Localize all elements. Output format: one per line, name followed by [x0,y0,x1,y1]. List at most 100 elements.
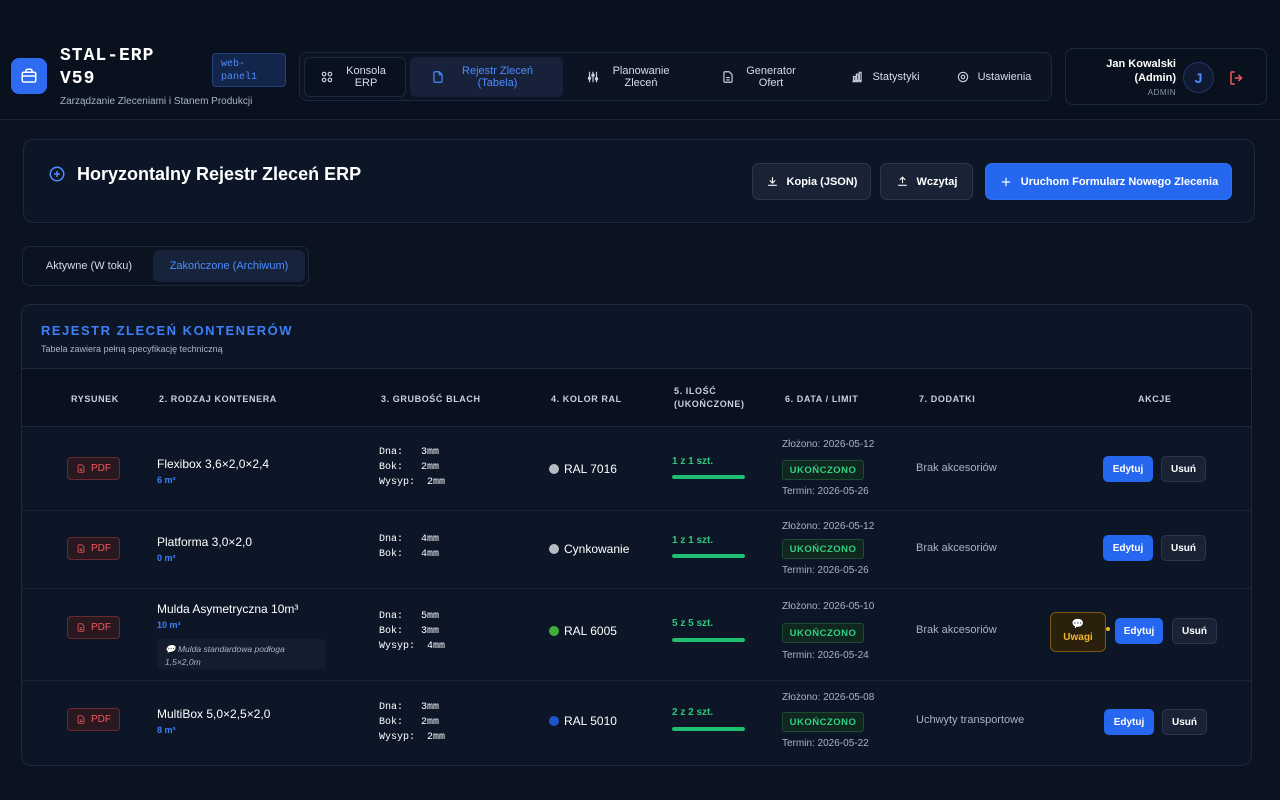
submitted-date: Złożono: 2026-05-12 [782,521,875,532]
delete-button[interactable]: Usuń [1161,535,1206,561]
page-title: Horyzontalny Rejestr Zleceń ERP [77,164,362,184]
file-pdf-icon [77,544,85,553]
load-button[interactable]: Wczytaj [880,163,973,200]
delete-button[interactable]: Usuń [1162,709,1207,735]
quantity-progress-bar [672,727,745,731]
edit-button[interactable]: Edytuj [1115,618,1163,644]
app-header: STAL-ERP V59 Zarządzanie Zleceniami i St… [0,0,1280,120]
container-name: Platforma 3,0×2,0 [157,535,253,549]
th-ral: 4. KOLOR RAL [551,394,622,404]
app-subtitle: Zarządzanie Zleceniami i Stanem Produkcj… [60,96,253,107]
ral-label: RAL 7016 [564,462,617,476]
status-tabs: Aktywne (W toku) Zakończone (Archiwum) [22,246,309,286]
container-name: MultiBox 5,0×2,5×2,0 [157,707,271,721]
submitted-date: Złożono: 2026-05-08 [782,692,875,703]
new-order-label: Uruchom Formularz Nowego Zlecenia [1020,175,1219,188]
nav-item-label: Generator Ofert [746,65,796,89]
deadline-date: Termin: 2026-05-26 [782,486,869,497]
table-title: REJESTR ZLECEŃ KONTENERÓW [41,323,294,338]
file-pdf-icon [77,464,85,473]
delete-button[interactable]: Usuń [1172,618,1217,644]
nav-item-statystyki[interactable]: Statystyki [840,57,930,97]
status-badge: UKOŃCZONO [782,623,864,643]
load-label: Wczytaj [916,175,958,188]
bar-chart-icon [852,71,863,83]
table-row: PDF Mulda Asymetryczna 10m³ 10 m³ 💬 Muld… [22,589,1251,681]
submitted-date: Złożono: 2026-05-10 [782,601,875,612]
download-icon [767,177,777,186]
ral-swatch [549,544,559,554]
quantity-text: 1 z 1 szt. [672,456,714,467]
plus-icon [1001,177,1010,186]
container-name: Mulda Asymetryczna 10m³ [157,602,299,616]
ral-label: RAL 6005 [564,624,617,638]
nav-item-label: Ustawienia [977,71,1032,83]
sheet-thickness: Dna: 4mm Bok: 4mm [379,534,440,560]
extras-text: Brak akcesoriów [916,624,997,636]
container-note: 💬 Mulda standardowa podłoga 1,5×2,0m [157,639,326,669]
pdf-button[interactable]: PDF [67,708,120,731]
th-thickness: 3. GRUBOŚĆ BLACH [381,394,481,404]
delete-button[interactable]: Usuń [1161,456,1206,482]
new-order-button[interactable]: Uruchom Formularz Nowego Zlecenia [985,163,1232,200]
ral-color: RAL 6005 [549,624,617,638]
status-badge: UKOŃCZONO [782,539,864,559]
nav-item-planowanie[interactable]: Planowanie Zleceń [570,57,690,97]
extras-text: Brak akcesoriów [916,542,997,554]
gear-icon [957,71,968,83]
container-volume: 8 m³ [157,725,176,735]
sheet-thickness: Dna: 5mm Bok: 3mm Wysyp: 4mm [379,611,446,652]
avatar[interactable]: J [1183,62,1214,93]
table-row: PDF Platforma 3,0×2,0 0 m³ Dna: 4mm Bok:… [22,511,1251,589]
edit-button[interactable]: Edytuj [1104,709,1154,735]
quantity-text: 2 z 2 szt. [672,707,714,718]
table-row: PDF MultiBox 5,0×2,5×2,0 8 m³ Dna: 3mm B… [22,681,1251,765]
tab-active[interactable]: Aktywne (W toku) [27,250,151,282]
user-name: Jan Kowalski (Admin) [1106,58,1176,84]
tab-archive[interactable]: Zakończone (Archiwum) [153,250,305,282]
main-nav: Konsola ERP Rejestr Zleceń (Tabela) Plan… [299,52,1052,101]
container-volume: 10 m³ [157,620,181,630]
pdf-button[interactable]: PDF [67,616,120,639]
notes-label: Uwagi [1063,632,1093,643]
nav-item-generator[interactable]: Generator Ofert [705,57,815,97]
backup-json-button[interactable]: Kopia (JSON) [752,163,871,200]
th-actions: AKCJE [1138,394,1172,404]
notes-button[interactable]: 💬 Uwagi [1050,612,1110,652]
table-subtitle: Tabela zawiera pełną specyfikację techni… [41,344,223,354]
file-pdf-icon [77,715,85,724]
nav-item-ustawienia[interactable]: Ustawienia [946,57,1041,97]
pdf-button[interactable]: PDF [67,457,120,480]
title-panel: Horyzontalny Rejestr Zleceń ERP Kopia (J… [23,139,1255,223]
ral-color: RAL 7016 [549,462,617,476]
pdf-button[interactable]: PDF [67,537,120,560]
deadline-date: Termin: 2026-05-22 [782,738,869,749]
ral-color: RAL 5010 [549,714,617,728]
orders-table-panel: REJESTR ZLECEŃ KONTENERÓW Tabela zawiera… [21,304,1252,766]
th-qty-line1: 5. ILOŚĆ [674,386,717,396]
logout-icon[interactable] [1228,69,1246,87]
container-volume: 0 m³ [157,553,176,563]
notes-indicator [1106,627,1110,631]
sheet-thickness: Dna: 3mm Bok: 2mm Wysyp: 2mm [379,702,446,743]
th-qty: 5. ILOŚĆ (UKOŃCZONE) [674,385,745,411]
speech-bubble-icon: 💬 [1071,619,1085,630]
status-badge: UKOŃCZONO [782,712,864,732]
nav-item-label: Planowanie Zleceń [612,65,670,89]
edit-button[interactable]: Edytuj [1103,535,1153,561]
nav-item-label: Rejestr Zleceń (Tabela) [462,65,533,89]
user-role: ADMIN [1147,88,1176,97]
document-icon [432,71,443,83]
pdf-label: PDF [91,543,111,554]
extras-text: Brak akcesoriów [916,462,997,474]
edit-button[interactable]: Edytuj [1103,456,1153,482]
nav-item-rejestr[interactable]: Rejestr Zleceń (Tabela) [410,57,563,97]
quantity-progress-fill [672,475,745,479]
pdf-label: PDF [91,622,111,633]
grid-icon [321,71,333,83]
ral-label: Cynkowanie [564,542,630,556]
deadline-date: Termin: 2026-05-24 [782,650,869,661]
app-title: STAL-ERP V59 [60,46,155,89]
nav-item-konsola[interactable]: Konsola ERP [304,57,406,97]
th-extras: 7. DODATKI [919,394,976,404]
